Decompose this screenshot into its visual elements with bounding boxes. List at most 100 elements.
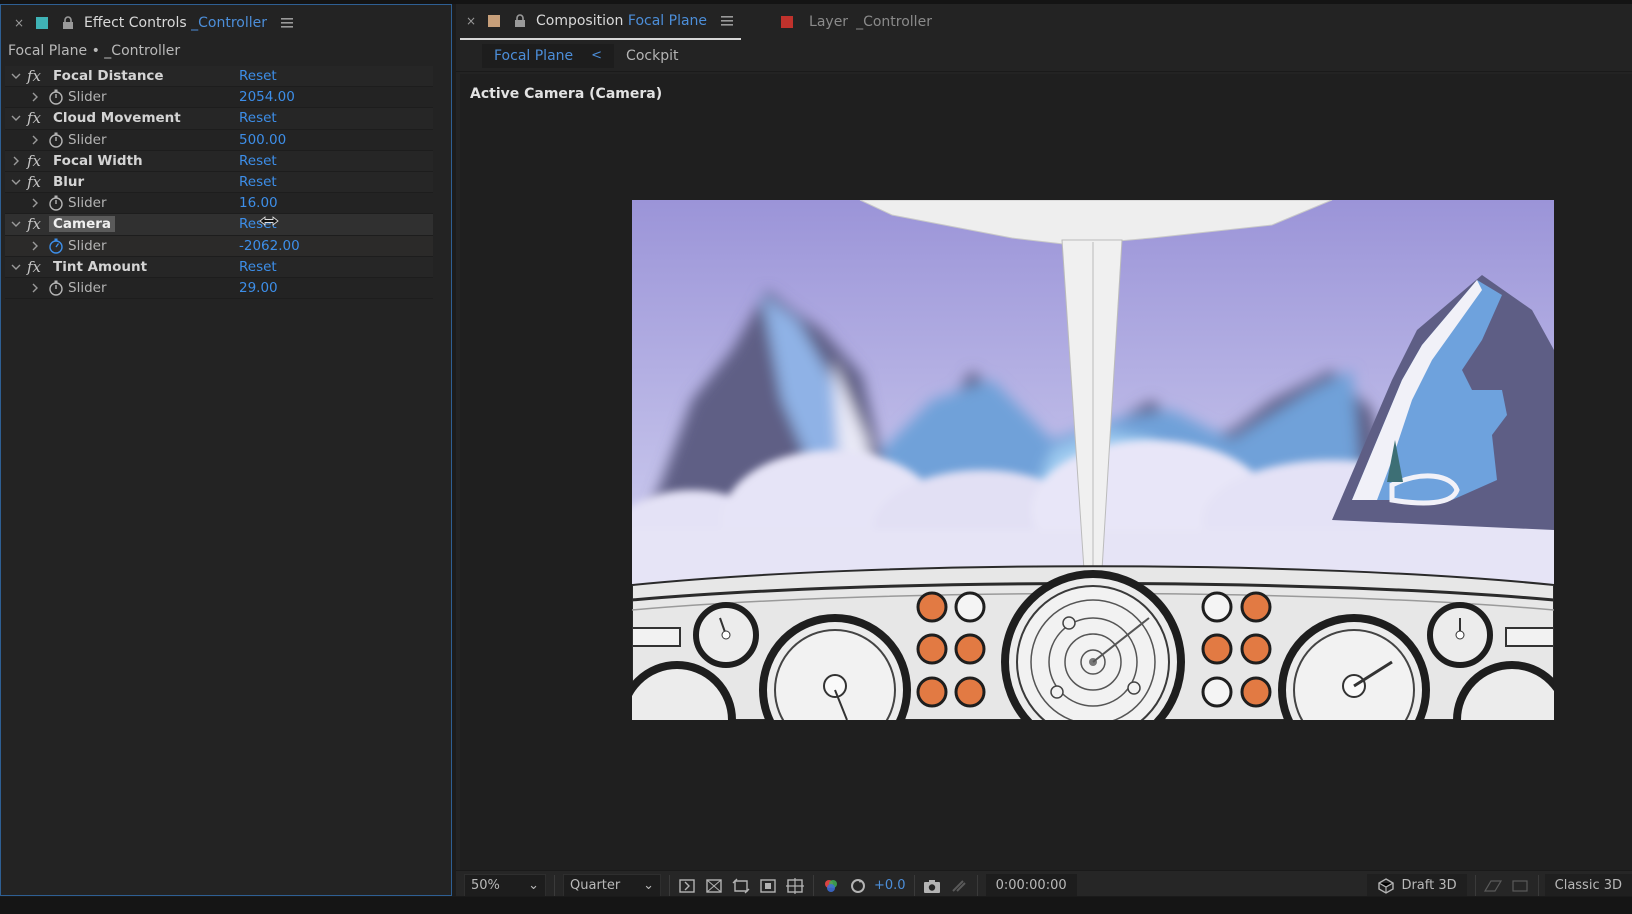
layer-tab[interactable]: Layer _Controller: [781, 14, 932, 30]
chevron-down-icon: ⌄: [643, 878, 654, 893]
layer-tab-prefix: Layer: [809, 14, 849, 30]
stopwatch-icon[interactable]: [48, 280, 64, 296]
stopwatch-icon-active[interactable]: [48, 238, 64, 254]
3d-ground-plane-icon[interactable]: [1483, 877, 1503, 895]
effect-controls-panel: × Effect Controls _Controller Focal Plan…: [0, 4, 452, 896]
layer-tab-name: _Controller: [856, 14, 932, 30]
fast-previews-icon[interactable]: [677, 877, 697, 895]
effect-controls-tab[interactable]: Effect Controls _Controller: [84, 15, 267, 31]
property-name: Slider: [68, 89, 107, 106]
chevron-left-icon[interactable]: <: [591, 48, 602, 63]
show-snapshot-icon[interactable]: [949, 877, 969, 895]
composition-viewer[interactable]: Active Camera (Camera): [460, 74, 1632, 870]
effect-row-tint-amount[interactable]: fx Tint Amount Reset: [5, 256, 433, 278]
effect-name: Cloud Movement: [53, 110, 181, 127]
reset-link[interactable]: Reset: [239, 110, 277, 126]
twirl-down-icon[interactable]: [10, 70, 22, 82]
draft-3d-toggle[interactable]: Draft 3D: [1367, 873, 1467, 898]
property-name: Slider: [68, 279, 107, 296]
slider-value[interactable]: 2054.00: [239, 89, 295, 105]
region-of-interest-icon[interactable]: [758, 877, 778, 895]
comp-navigator: Focal Plane < Cockpit: [456, 40, 1632, 72]
fx-icon[interactable]: fx: [27, 173, 47, 191]
slider-value[interactable]: 500.00: [239, 132, 286, 148]
composition-tab[interactable]: × Composition Focal Plane: [460, 4, 742, 40]
reset-link[interactable]: Reset: [239, 259, 277, 275]
composition-tab-title: Composition Focal Plane: [536, 13, 707, 29]
effect-row-cloud-movement[interactable]: fx Cloud Movement Reset: [5, 108, 433, 130]
panel-menu-icon[interactable]: [280, 18, 293, 28]
property-row-slider[interactable]: Slider -2062.00: [5, 235, 433, 257]
effect-row-focal-distance[interactable]: fx Focal Distance Reset: [5, 66, 433, 88]
lock-icon[interactable]: [62, 16, 74, 30]
subtab-label: Focal Plane: [494, 47, 574, 64]
reset-exposure-icon[interactable]: [848, 877, 868, 895]
stopwatch-icon[interactable]: [48, 89, 64, 105]
twirl-down-icon[interactable]: [10, 261, 22, 273]
twirl-right-icon[interactable]: [29, 282, 41, 294]
effect-row-camera[interactable]: fx Camera Reset: [5, 214, 433, 236]
panel-menu-icon[interactable]: [721, 16, 734, 26]
toolbar-separator: [554, 874, 555, 897]
chevron-down-icon: ⌄: [528, 878, 539, 893]
resolution-select[interactable]: Quarter ⌄: [563, 873, 661, 898]
layer-color-swatch: [781, 16, 794, 28]
property-row-slider[interactable]: Slider 500.00: [5, 129, 433, 151]
subtab-cockpit[interactable]: Cockpit: [626, 48, 678, 64]
resolution-value: Quarter: [570, 878, 621, 893]
reset-link[interactable]: Reset: [239, 153, 277, 169]
grid-guides-icon[interactable]: [785, 877, 805, 895]
slider-value[interactable]: 29.00: [239, 280, 278, 296]
draft-3d-label: Draft 3D: [1401, 878, 1457, 893]
tab-comp-name: Focal Plane: [627, 13, 708, 29]
effect-list: fx Focal Distance Reset Slider 2054.00 f…: [5, 66, 433, 300]
fx-icon[interactable]: fx: [27, 109, 47, 127]
fx-icon[interactable]: fx: [27, 258, 47, 276]
subtab-focal-plane[interactable]: Focal Plane <: [482, 43, 615, 68]
twirl-right-icon[interactable]: [29, 197, 41, 209]
close-panel-icon[interactable]: ×: [466, 14, 480, 28]
twirl-down-icon[interactable]: [10, 112, 22, 124]
effect-row-blur[interactable]: fx Blur Reset: [5, 171, 433, 194]
twirl-down-icon[interactable]: [10, 218, 22, 230]
stopwatch-icon[interactable]: [48, 195, 64, 211]
composition-frame[interactable]: [632, 200, 1554, 720]
lock-icon[interactable]: [514, 14, 526, 28]
twirl-right-icon[interactable]: [29, 134, 41, 146]
effect-name: Blur: [53, 174, 85, 191]
fx-icon[interactable]: fx: [27, 215, 47, 233]
twirl-right-icon[interactable]: [10, 155, 22, 167]
tab-prefix: Effect Controls: [84, 15, 187, 31]
reset-link[interactable]: Reset: [239, 174, 277, 190]
effect-row-focal-width[interactable]: fx Focal Width Reset: [5, 150, 433, 172]
fx-icon[interactable]: fx: [27, 67, 47, 85]
slider-value[interactable]: -2062.00: [239, 238, 300, 254]
scrub-cursor-icon: [259, 216, 279, 227]
extended-viewer-icon[interactable]: [1510, 877, 1530, 895]
channel-rgb-icon[interactable]: [821, 877, 841, 895]
exposure-value[interactable]: +0.0: [874, 878, 906, 893]
property-row-slider[interactable]: Slider 2054.00: [5, 87, 433, 109]
property-name: Slider: [68, 195, 107, 212]
magnification-value: 50%: [471, 878, 500, 893]
fx-icon[interactable]: fx: [27, 152, 47, 170]
effect-name: Camera: [49, 216, 116, 233]
toolbar-separator: [913, 874, 915, 897]
transparency-grid-icon[interactable]: [704, 877, 724, 895]
close-panel-icon[interactable]: ×: [14, 16, 28, 30]
twirl-right-icon[interactable]: [29, 240, 41, 252]
twirl-right-icon[interactable]: [29, 91, 41, 103]
toolbar-separator: [1537, 874, 1539, 897]
effect-name: Tint Amount: [53, 258, 148, 275]
magnification-select[interactable]: 50% ⌄: [464, 873, 546, 898]
property-row-slider[interactable]: Slider 29.00: [5, 277, 433, 300]
property-row-slider[interactable]: Slider 16.00: [5, 193, 433, 215]
slider-value[interactable]: 16.00: [239, 195, 278, 211]
renderer-mode-button[interactable]: Classic 3D: [1544, 873, 1632, 898]
mask-visibility-icon[interactable]: [731, 877, 751, 895]
timecode-display[interactable]: 0:00:00:00: [985, 873, 1077, 898]
twirl-down-icon[interactable]: [10, 176, 22, 188]
reset-link[interactable]: Reset: [239, 68, 277, 84]
stopwatch-icon[interactable]: [48, 132, 64, 148]
camera-snapshot-icon[interactable]: [922, 877, 942, 895]
